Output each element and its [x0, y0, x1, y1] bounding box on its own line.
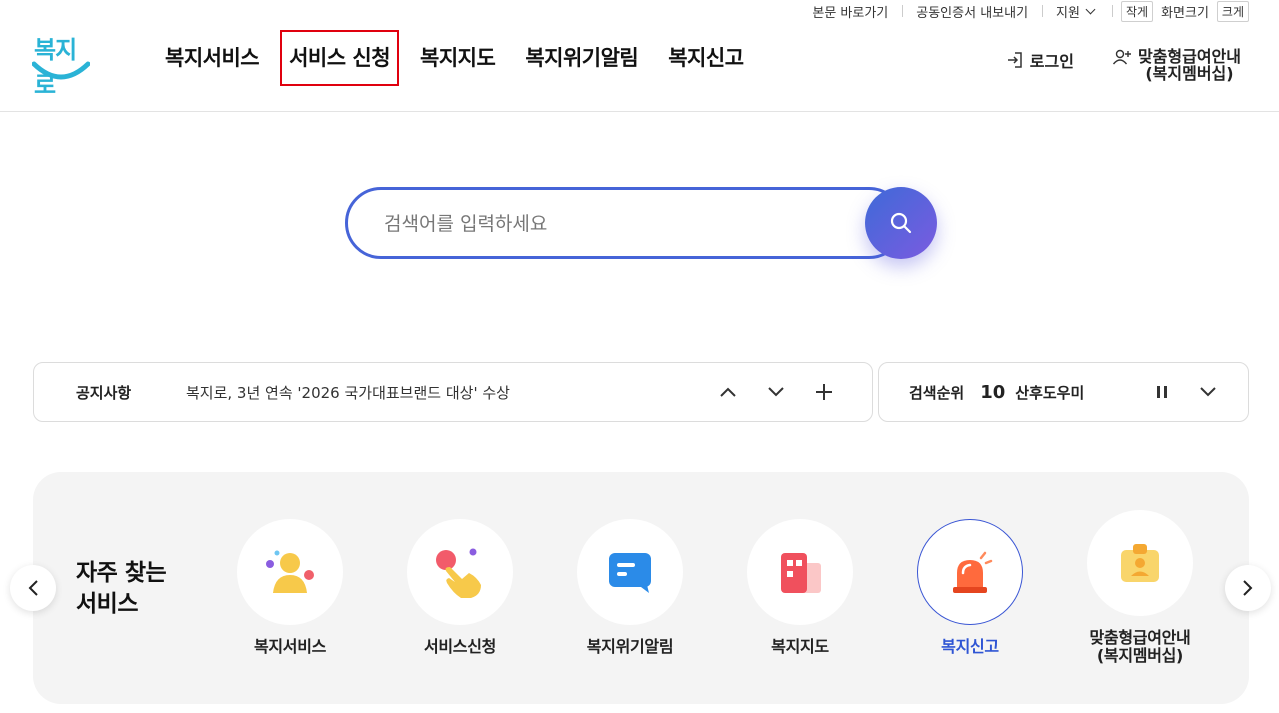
utility-bar: 본문 바로가기 공동인증서 내보내기 지원 작게 화면크기 크게 — [798, 0, 1249, 22]
chevron-right-icon — [1243, 580, 1253, 596]
login-label: 로그인 — [1029, 52, 1074, 71]
logo[interactable]: 복지로 — [32, 30, 94, 99]
rank-controls — [1152, 382, 1218, 402]
rank-number: 10 — [980, 381, 1006, 403]
search-icon — [890, 212, 912, 234]
nav-welfare-report[interactable]: 복지신고 — [653, 30, 758, 86]
person-icon — [266, 550, 314, 593]
support-menu[interactable]: 지원 — [1042, 2, 1108, 21]
service-icon-circle — [237, 519, 343, 625]
service-label: 복지지도 — [771, 637, 829, 656]
service-item-welfare-map[interactable]: 복지지도 — [715, 519, 885, 656]
rank-pause-button[interactable] — [1152, 382, 1172, 402]
service-icon-circle — [577, 519, 683, 625]
chevron-down-icon — [1085, 4, 1096, 14]
search-button[interactable] — [865, 187, 937, 259]
service-item-welfare[interactable]: 복지서비스 — [205, 519, 375, 656]
frequent-title-line1: 자주 찾는 — [76, 560, 167, 586]
service-item-welfare-report[interactable]: 복지신고 — [885, 519, 1055, 656]
service-label: 복지위기알림 — [586, 637, 674, 656]
notice-bar: 공지사항 복지로, 3년 연속 '2026 국가대표브랜드 대상' 수상 — [33, 362, 873, 422]
service-label: 복지서비스 — [253, 637, 327, 656]
carousel-prev-button[interactable] — [10, 565, 56, 611]
service-icon-circle — [407, 519, 513, 625]
login-button[interactable]: 로그인 — [1006, 48, 1074, 72]
membership-label-line2: (복지멤버십) — [1145, 64, 1234, 83]
frequent-title: 자주 찾는 서비스 — [76, 558, 167, 620]
membership-button[interactable]: 맞춤형급여안내 (복지멤버십) — [1112, 48, 1241, 82]
carousel-next-button[interactable] — [1225, 565, 1271, 611]
notice-title: 공지사항 — [76, 383, 132, 402]
membership-label-line1: 맞춤형급여안내 — [1137, 47, 1241, 66]
nav-service-apply[interactable]: 서비스 신청 — [280, 30, 400, 86]
service-item-apply[interactable]: 서비스신청 — [375, 519, 545, 656]
rank-expand-button[interactable] — [1198, 382, 1218, 402]
pause-icon — [1157, 386, 1167, 398]
search-input[interactable] — [384, 208, 844, 240]
search-rank-bar: 검색순위 10 산후도우미 — [878, 362, 1249, 422]
chevron-down-icon — [768, 387, 784, 397]
skip-to-content-link[interactable]: 본문 바로가기 — [798, 2, 902, 21]
nav-welfare-service[interactable]: 복지서비스 — [150, 30, 274, 86]
service-label: 맞춤형급여안내 (복지멤버십) — [1055, 629, 1225, 665]
notice-prev-button[interactable] — [718, 382, 738, 402]
divider — [1111, 5, 1113, 17]
service-icon-circle-active — [917, 519, 1023, 625]
service-label: 복지신고 — [941, 637, 999, 656]
nav-crisis-alert[interactable]: 복지위기알림 — [510, 30, 653, 86]
zoom-in-button[interactable]: 크게 — [1216, 0, 1249, 22]
zoom-out-button[interactable]: 작게 — [1120, 0, 1154, 22]
chevron-up-icon — [720, 387, 736, 397]
site-header: 복지로 복지서비스 서비스 신청 복지지도 복지위기알림 복지신고 로그인 맞춤 — [0, 22, 1279, 112]
service-icon-circle — [1087, 510, 1193, 616]
hand-tap-icon — [436, 548, 481, 598]
search-area — [345, 187, 937, 259]
service-item-crisis-alert[interactable]: 복지위기알림 — [545, 519, 715, 656]
service-label-line1: 맞춤형급여안내 — [1089, 628, 1191, 647]
chevron-down-icon — [1200, 387, 1216, 397]
message-icon — [609, 553, 651, 593]
chevron-left-icon — [28, 580, 38, 596]
service-label: 서비스신청 — [423, 637, 497, 656]
cert-export-link[interactable]: 공동인증서 내보내기 — [902, 2, 1042, 21]
zoom-label: 화면크기 — [1161, 5, 1209, 21]
support-label: 지원 — [1056, 5, 1080, 21]
nav-welfare-map[interactable]: 복지지도 — [405, 30, 510, 86]
main-nav: 복지서비스 서비스 신청 복지지도 복지위기알림 복지신고 — [150, 30, 759, 86]
notice-next-button[interactable] — [766, 382, 786, 402]
search-box — [345, 187, 905, 259]
rank-title: 검색순위 — [909, 383, 965, 402]
plus-icon — [816, 384, 832, 400]
logo-smile-icon — [32, 61, 90, 80]
id-card-icon — [1121, 544, 1159, 582]
notice-text[interactable]: 복지로, 3년 연속 '2026 국가대표브랜드 대상' 수상 — [186, 382, 718, 403]
siren-icon — [953, 551, 993, 593]
service-label-line2: (복지멤버십) — [1096, 646, 1184, 665]
login-icon — [1007, 52, 1022, 68]
map-building-icon — [781, 553, 821, 593]
frequent-title-line2: 서비스 — [76, 591, 138, 617]
user-add-icon — [1112, 49, 1131, 65]
header-actions: 로그인 맞춤형급여안내 (복지멤버십) — [1006, 48, 1241, 82]
rank-keyword[interactable]: 산후도우미 — [1015, 382, 1152, 403]
notice-controls — [718, 382, 834, 402]
frequent-services: 자주 찾는 서비스 복지서비스 서비스신청 복지위기알림 복지지도 복지신고 맞… — [33, 472, 1249, 704]
membership-label: 맞춤형급여안내 (복지멤버십) — [1138, 48, 1241, 82]
service-icon-circle — [747, 519, 853, 625]
notice-more-button[interactable] — [814, 382, 834, 402]
service-item-membership[interactable]: 맞춤형급여안내 (복지멤버십) — [1055, 510, 1225, 665]
